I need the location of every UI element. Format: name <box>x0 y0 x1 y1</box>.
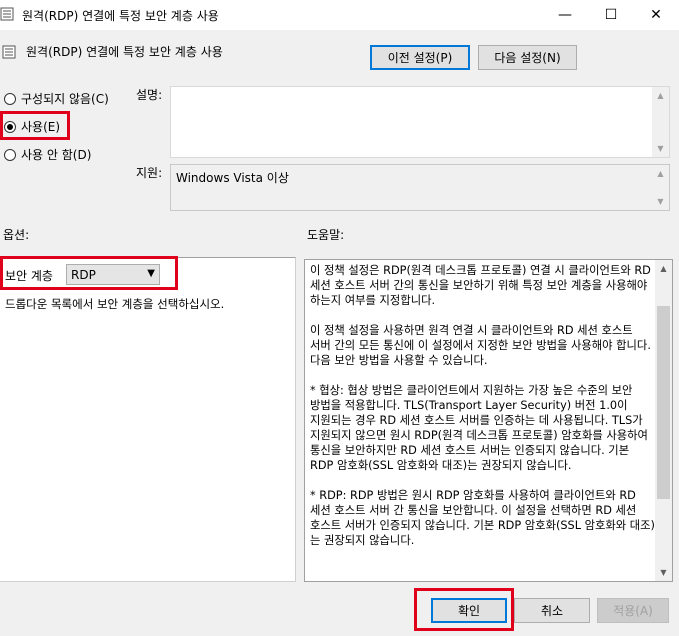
radio-not-configured[interactable]: 구성되지 않음(C) <box>4 90 109 107</box>
apply-button[interactable]: 적용(A) <box>597 598 669 623</box>
maximize-button[interactable]: ☐ <box>588 0 634 30</box>
options-hint: 드롭다운 목록에서 보안 계층을 선택하십시오. <box>5 297 225 311</box>
radio-disabled[interactable]: 사용 안 함(D) <box>4 146 91 163</box>
title-bar: 원격(RDP) 연결에 특정 보안 계층 사용 — ☐ ✕ <box>0 0 679 30</box>
security-layer-label: 보안 계층 <box>5 269 53 283</box>
minimize-button[interactable]: — <box>542 0 588 30</box>
next-setting-button[interactable]: 다음 설정(N) <box>478 45 577 70</box>
radio-circle[interactable] <box>4 120 16 133</box>
radio-circle[interactable] <box>4 92 16 105</box>
scroll-up-icon[interactable]: ▲ <box>655 260 672 277</box>
security-layer-select[interactable]: RDP ▼ <box>66 264 160 285</box>
supported-scrollbar[interactable]: ▲ ▼ <box>652 165 669 210</box>
radio-label: 사용 안 함(D) <box>21 148 92 162</box>
window-title: 원격(RDP) 연결에 특정 보안 계층 사용 <box>22 9 219 23</box>
radio-label: 구성되지 않음(C) <box>21 92 109 106</box>
radio-circle[interactable] <box>4 148 16 161</box>
close-button[interactable]: ✕ <box>633 0 679 30</box>
supported-textbox: Windows Vista 이상 ▲ ▼ <box>170 164 670 211</box>
prev-setting-button[interactable]: 이전 설정(P) <box>370 45 470 70</box>
chevron-down-icon: ▼ <box>147 268 155 279</box>
help-scrollbar[interactable]: ▲ ▼ <box>655 260 672 581</box>
scroll-up-icon[interactable]: ▲ <box>652 165 669 182</box>
scroll-up-icon[interactable]: ▲ <box>652 87 669 104</box>
radio-label: 사용(E) <box>21 120 61 134</box>
security-layer-value: RDP <box>71 267 96 282</box>
setting-title: 원격(RDP) 연결에 특정 보안 계층 사용 <box>26 45 223 59</box>
radio-enabled[interactable]: 사용(E) <box>4 118 60 135</box>
scroll-down-icon[interactable]: ▼ <box>652 193 669 210</box>
help-panel: 이 정책 설정은 RDP(원격 데스크톱 프로토콜) 연결 시 클라이언트와 R… <box>304 259 673 582</box>
policy-icon <box>0 7 14 21</box>
comment-scrollbar[interactable]: ▲ ▼ <box>652 87 669 157</box>
scroll-down-icon[interactable]: ▼ <box>652 140 669 157</box>
comment-label: 설명: <box>136 88 163 102</box>
cancel-button[interactable]: 취소 <box>514 598 590 623</box>
comment-textarea[interactable]: ▲ ▼ <box>170 86 670 158</box>
scroll-thumb[interactable] <box>657 306 670 499</box>
policy-icon <box>2 45 16 59</box>
supported-label: 지원: <box>136 166 163 180</box>
options-label: 옵션: <box>3 228 30 242</box>
scroll-down-icon[interactable]: ▼ <box>655 564 672 581</box>
help-text: 이 정책 설정은 RDP(원격 데스크톱 프로토콜) 연결 시 클라이언트와 R… <box>310 264 655 547</box>
supported-value: Windows Vista 이상 <box>176 171 289 185</box>
help-label: 도움말: <box>307 228 345 242</box>
ok-button[interactable]: 확인 <box>431 598 507 623</box>
